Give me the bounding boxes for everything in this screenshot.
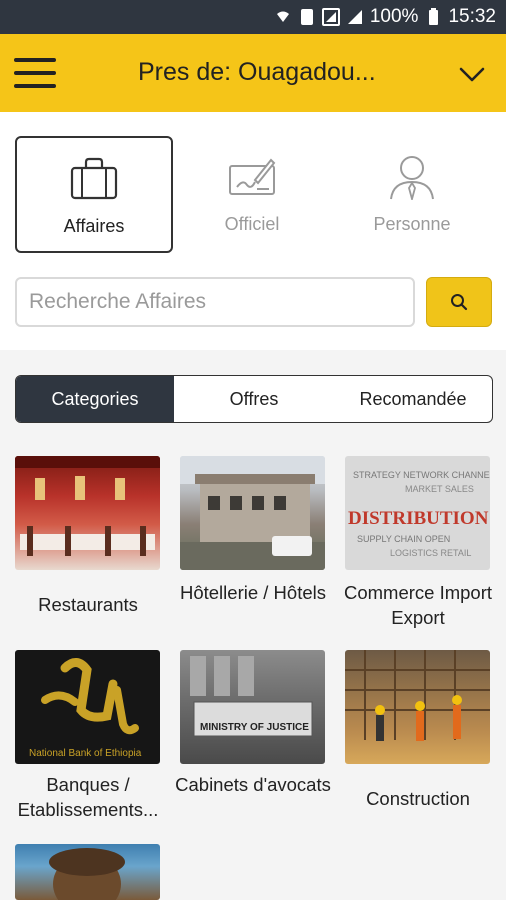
type-tab-label: Officiel xyxy=(224,214,280,234)
wifi-calling-icon xyxy=(276,11,289,22)
svg-text:LOGISTICS RETAIL: LOGISTICS RETAIL xyxy=(390,548,471,558)
briefcase-icon xyxy=(70,157,118,200)
search-icon xyxy=(451,294,468,311)
svg-text:MARKET SALES: MARKET SALES xyxy=(405,484,474,494)
document-signature-icon xyxy=(229,158,276,195)
svg-text:STRATEGY NETWORK CHANNEL: STRATEGY NETWORK CHANNEL xyxy=(353,470,490,480)
location-title[interactable]: Pres de: Ouagadou... xyxy=(138,58,376,87)
justice-sign-text: MINISTRY OF JUSTICE xyxy=(200,722,309,733)
category-tile-banques[interactable]: National Bank of Ethiopia Banques / Etab… xyxy=(15,650,160,822)
type-tab-label: Affaires xyxy=(63,216,125,236)
svg-text:SUPPLY CHAIN OPEN: SUPPLY CHAIN OPEN xyxy=(357,534,450,544)
signal-icon xyxy=(347,10,362,24)
category-label: Cabinets d'avocats xyxy=(175,774,331,795)
person-icon xyxy=(390,156,434,200)
battery-icon xyxy=(429,8,439,25)
category-tile-avocats[interactable]: MINISTRY OF JUSTICE Cabinets d'avocats xyxy=(175,650,331,797)
search-input[interactable] xyxy=(15,277,415,327)
top-section: Affaires Officiel Personne xyxy=(0,112,506,350)
distribution-wordcloud-image: STRATEGY NETWORK CHANNEL MARKET SALES DI… xyxy=(345,456,490,570)
bank-logo-image: National Bank of Ethiopia xyxy=(15,650,160,764)
chevron-down-icon[interactable] xyxy=(458,60,486,88)
distribution-text: DISTRIBUTION xyxy=(348,508,489,529)
restaurant-image xyxy=(15,456,160,570)
category-label: Commerce Import Export xyxy=(343,582,493,628)
construction-image xyxy=(345,650,490,764)
segment-recommandee[interactable]: Recomandée xyxy=(334,376,492,422)
category-label: Construction xyxy=(366,788,470,809)
sim-icon xyxy=(300,9,313,25)
category-tile-construction[interactable]: Construction xyxy=(345,650,490,811)
type-tab-personne[interactable]: Personne xyxy=(333,136,491,253)
hotel-image xyxy=(180,456,325,570)
category-label: Banques / Etablissements... xyxy=(17,774,159,820)
category-label: Hôtellerie / Hôtels xyxy=(179,582,326,603)
type-tab-affaires[interactable]: Affaires xyxy=(15,136,173,253)
search-button[interactable] xyxy=(426,277,492,327)
type-tab-label: Personne xyxy=(373,214,451,234)
segment-offres[interactable]: Offres xyxy=(174,376,334,422)
category-tile-commerce[interactable]: STRATEGY NETWORK CHANNEL MARKET SALES DI… xyxy=(344,456,492,630)
segment-categories[interactable]: Categories xyxy=(16,376,174,422)
category-tile-restaurants[interactable]: Restaurants xyxy=(15,456,160,617)
app-bar: Pres de: Ouagadou... xyxy=(0,34,506,112)
content-area: Categories Offres Recomandée Restaurants xyxy=(0,350,506,900)
segmented-control: Categories Offres Recomandée xyxy=(15,375,493,423)
status-bar: 100% 15:32 xyxy=(0,0,506,34)
category-image-partial xyxy=(15,844,160,900)
bank-logo-text: National Bank of Ethiopia xyxy=(29,748,142,759)
battery-percent: 100% xyxy=(369,6,419,27)
type-tab-officiel[interactable]: Officiel xyxy=(173,136,331,253)
ministry-of-justice-image: MINISTRY OF JUSTICE xyxy=(180,650,325,764)
category-tile-partial[interactable] xyxy=(15,844,160,900)
clock: 15:32 xyxy=(448,6,496,27)
category-label: Restaurants xyxy=(38,594,138,615)
category-tile-hotels[interactable]: Hôtellerie / Hôtels xyxy=(180,456,326,605)
data-icon xyxy=(321,8,340,26)
menu-icon[interactable] xyxy=(14,58,56,90)
